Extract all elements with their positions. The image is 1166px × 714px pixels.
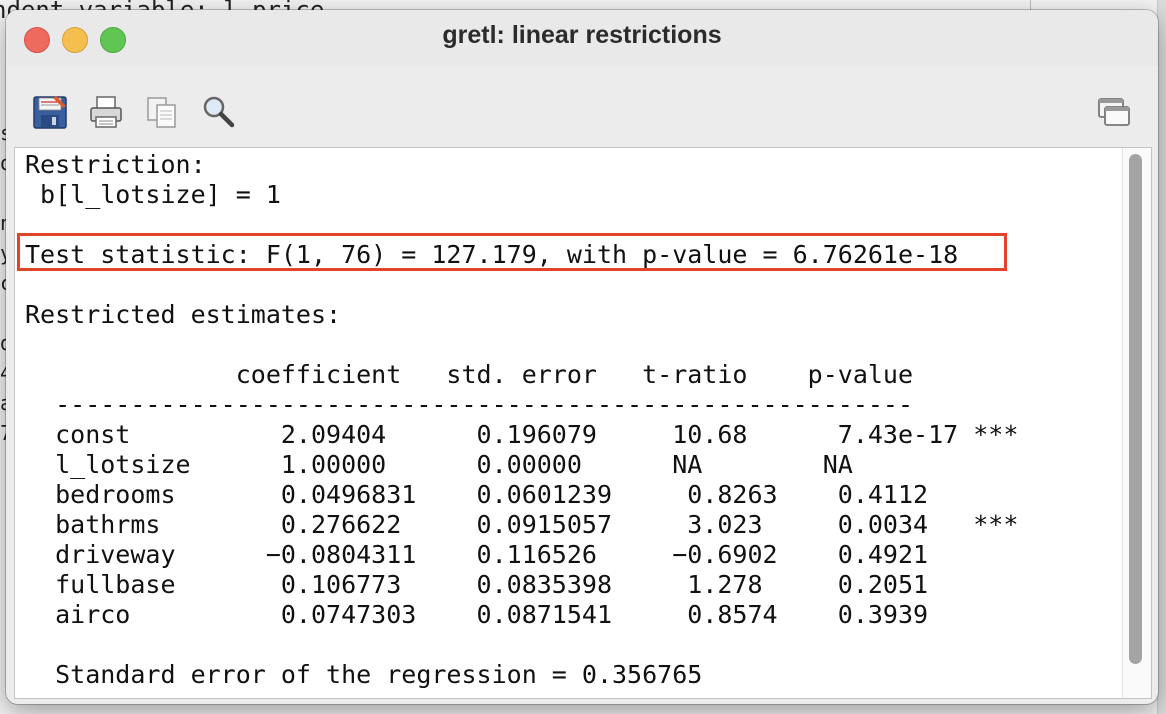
table-row: airco 0.0747303 0.0871541 0.8574 0.3939	[25, 600, 929, 629]
restriction-equation: b[l_lotsize] = 1	[25, 180, 281, 209]
restricted-estimates-header: Restricted estimates:	[25, 300, 342, 329]
table-row: fullbase 0.106773 0.0835398 1.278 0.2051	[25, 570, 929, 599]
std-error-line: Standard error of the regression = 0.356…	[25, 660, 703, 689]
linear-restrictions-window: gretl: linear restrictions Restriction: …	[6, 10, 1158, 704]
restriction-output: Restriction: b[l_lotsize] = 1 Test stati…	[15, 150, 1018, 690]
table-column-headers: coefficient std. error t-ratio p-value	[25, 360, 914, 389]
table-row: driveway −0.0804311 0.116526 −0.6902 0.4…	[25, 540, 929, 569]
save-icon	[33, 96, 67, 129]
table-row: const 2.09404 0.196079 10.68 7.43e-17 **…	[25, 420, 1019, 449]
copy-icon	[147, 97, 176, 128]
search-icon	[203, 96, 235, 128]
save-button[interactable]	[32, 94, 68, 130]
window-list-button[interactable]	[1096, 94, 1132, 130]
find-button[interactable]	[200, 94, 236, 130]
title-bar[interactable]: gretl: linear restrictions	[6, 10, 1158, 66]
print-icon	[90, 96, 122, 128]
print-button[interactable]	[88, 94, 124, 130]
restriction-header: Restriction:	[25, 150, 206, 179]
scrollbar-thumb[interactable]	[1129, 154, 1142, 664]
table-rule: ----------------------------------------…	[25, 390, 914, 419]
vertical-scrollbar[interactable]	[1122, 148, 1151, 698]
table-row: l_lotsize 1.00000 0.00000 NA NA	[25, 450, 853, 479]
window-title: gretl: linear restrictions	[442, 21, 722, 49]
table-row: bathrms 0.276622 0.0915057 3.023 0.0034 …	[25, 510, 1019, 539]
test-statistic-highlight-box	[17, 233, 1007, 271]
copy-button[interactable]	[144, 94, 180, 130]
table-row: bedrooms 0.0496831 0.0601239 0.8263 0.41…	[25, 480, 929, 509]
background-right-panel	[1157, 0, 1166, 714]
output-text-area[interactable]: Restriction: b[l_lotsize] = 1 Test stati…	[14, 147, 1152, 699]
windows-icon	[1098, 98, 1130, 126]
toolbar	[6, 66, 1158, 144]
